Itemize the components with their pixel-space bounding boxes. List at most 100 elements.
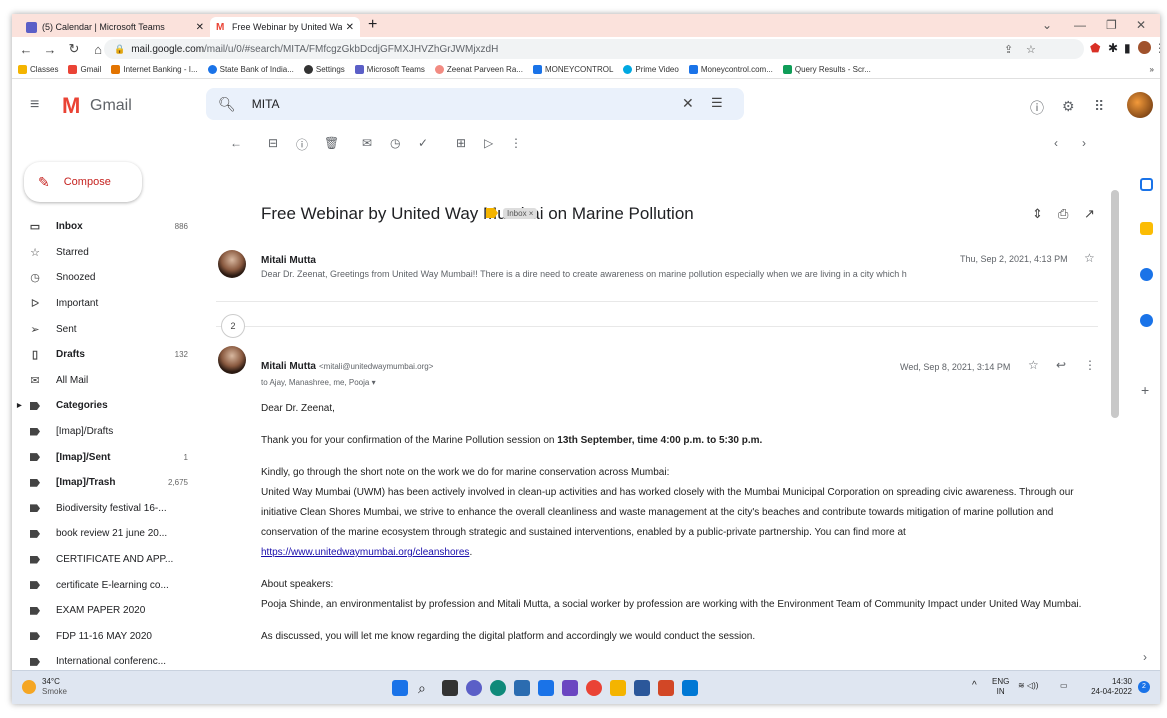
search-icon[interactable]: ⌕ [418, 680, 434, 696]
sidebar-item-label[interactable]: [Imap]/Sent 1 [12, 444, 204, 470]
more-options-icon[interactable]: ⋮ [510, 136, 522, 150]
sidebar-item-label[interactable]: EXAM PAPER 2020 [12, 598, 204, 624]
archive-icon[interactable]: ⊟ [268, 136, 278, 150]
star-icon[interactable]: ☆ [1084, 251, 1095, 265]
bookmark-item[interactable]: State Bank of India... [207, 65, 294, 74]
bookmark-item[interactable]: Prime Video [623, 65, 679, 74]
message-snippet[interactable]: Dear Dr. Zeenat, Greetings from United W… [261, 269, 1001, 279]
sidebar-item-label[interactable]: certificate E-learning co... [12, 572, 204, 598]
chat-icon[interactable] [466, 680, 482, 696]
sidebar-item-snoozed[interactable]: ◷ Snoozed [12, 265, 204, 291]
star-icon[interactable]: ☆ [1028, 358, 1039, 372]
sidebar-item-label[interactable]: [Imap]/Drafts [12, 419, 204, 445]
expand-panel-icon[interactable]: › [1143, 650, 1147, 664]
sender-avatar[interactable] [218, 250, 246, 278]
reply-icon[interactable]: ↩ [1056, 358, 1066, 372]
bookmark-item[interactable]: Moneycontrol.com... [688, 65, 773, 74]
tasks-icon[interactable] [1140, 268, 1153, 281]
sidebar-item-all-mail[interactable]: ✉ All Mail [12, 368, 204, 394]
powerpoint-icon[interactable] [658, 680, 674, 696]
gmail-logo-icon[interactable]: M [62, 93, 80, 119]
edge-icon[interactable] [490, 680, 506, 696]
battery-icon[interactable]: ▭ [1060, 681, 1068, 691]
sender-avatar[interactable] [218, 346, 246, 374]
sidebar-item-important[interactable]: ᐅ Important [12, 291, 204, 317]
sidebar-item-drafts[interactable]: ▯ Drafts 132 [12, 342, 204, 368]
sender-name[interactable]: Mitali Mutta [261, 255, 316, 266]
sidepanel-icon[interactable]: ▮ [1124, 41, 1131, 55]
sidebar-item-label[interactable]: [Imap]/Trash 2,675 [12, 470, 204, 496]
bookmark-item[interactable]: Internet Banking - I... [111, 65, 198, 74]
add-addon-icon[interactable]: + [1141, 382, 1149, 398]
scrollbar[interactable] [1111, 190, 1119, 418]
maximize-icon[interactable]: ❐ [1106, 18, 1117, 32]
store-icon[interactable] [514, 680, 530, 696]
delete-icon[interactable]: 🗑︎ [324, 136, 339, 150]
add-task-icon[interactable]: ✓ [418, 136, 428, 150]
recipients[interactable]: to Ajay, Manashree, me, Pooja ▾ [261, 378, 376, 387]
close-tab-icon[interactable]: ✕ [346, 22, 354, 33]
mark-unread-icon[interactable]: ✉ [362, 136, 372, 150]
close-tab-icon[interactable]: ✕ [196, 22, 204, 33]
bookmark-star-icon[interactable]: ☆ [1026, 43, 1036, 56]
more-vert-icon[interactable]: ⋮ [1084, 358, 1096, 372]
move-to-icon[interactable]: ⊞ [456, 136, 466, 150]
clear-search-icon[interactable]: ✕ [682, 95, 694, 112]
open-new-window-icon[interactable]: ↗ [1084, 206, 1095, 222]
sidebar-item-label[interactable]: Biodiversity festival 16-... [12, 496, 204, 522]
apps-grid-icon[interactable]: ⠿ [1094, 98, 1104, 115]
search-input[interactable]: MITA [252, 97, 280, 111]
bookmark-item[interactable]: Microsoft Teams [354, 65, 425, 74]
new-tab-icon[interactable]: + [368, 16, 377, 34]
close-window-icon[interactable]: ✕ [1136, 18, 1146, 32]
notification-badge[interactable]: 2 [1138, 681, 1150, 693]
minimize-icon[interactable]: — [1074, 18, 1086, 32]
collapsed-messages-count[interactable]: 2 [221, 314, 245, 338]
tab-teams[interactable]: (5) Calendar | Microsoft Teams ✕ [20, 17, 210, 37]
settings-gear-icon[interactable]: ⚙ [1062, 98, 1075, 115]
bookmarks-more-icon[interactable]: » [1150, 65, 1154, 74]
chrome-icon[interactable] [586, 680, 602, 696]
language-indicator[interactable]: ENG IN [992, 677, 1009, 697]
reload-icon[interactable]: ↻ [64, 41, 84, 57]
tray-chevron-icon[interactable]: ^ [972, 681, 977, 691]
sidebar-item-label[interactable]: FDP 11-16 MAY 2020 [12, 624, 204, 650]
sidebar-item-inbox[interactable]: ▭ Inbox 886 [12, 214, 204, 240]
newer-chevron-icon[interactable]: ‹ [1054, 136, 1058, 150]
contacts-icon[interactable] [1140, 314, 1153, 327]
help-icon[interactable]: ⓘ [1030, 98, 1044, 118]
word-icon[interactable] [634, 680, 650, 696]
tab-gmail[interactable]: M Free Webinar by United Way Mu ✕ [210, 17, 360, 37]
bookmark-item[interactable]: Zeenat Parveen Ra... [434, 65, 523, 74]
chevron-down-icon[interactable]: ⌄ [1042, 18, 1052, 32]
windows-start-icon[interactable] [392, 680, 408, 696]
calendar-icon[interactable] [1140, 178, 1153, 191]
url-field[interactable]: 🔒 mail.google.com /mail/u/0/#search/MITA… [104, 39, 1084, 59]
expand-collapse-icon[interactable]: ⇕ [1032, 206, 1043, 222]
bookmark-item[interactable]: MONEYCONTROL [532, 65, 613, 74]
hamburger-menu-icon[interactable]: ≡ [30, 96, 39, 114]
bookmark-item[interactable]: Classes [18, 65, 58, 74]
sender-name[interactable]: Mitali Mutta [261, 361, 316, 372]
bookmark-item[interactable]: Gmail [68, 65, 101, 74]
menu-dots-icon[interactable]: ⋮ [1154, 41, 1160, 55]
report-spam-icon[interactable]: ⓘ [296, 136, 308, 153]
search-options-icon[interactable]: ☰ [711, 95, 723, 111]
sidebar-item-starred[interactable]: ☆ Starred [12, 240, 204, 266]
mail-app-icon[interactable] [538, 680, 554, 696]
older-chevron-icon[interactable]: › [1082, 136, 1086, 150]
clock[interactable]: 14:30 24-04-2022 [1082, 677, 1132, 697]
label-as-icon[interactable]: ▷ [484, 136, 493, 150]
photos-icon[interactable] [682, 680, 698, 696]
caret-right-icon[interactable]: ▶ [17, 402, 22, 409]
snooze-icon[interactable]: ◷ [390, 136, 400, 150]
profile-icon[interactable] [1138, 41, 1151, 54]
bookmark-item[interactable]: Query Results - Scr... [782, 65, 871, 74]
inbox-label-chip[interactable]: Inbox × [503, 208, 538, 219]
print-icon[interactable]: ⎙ [1058, 206, 1068, 222]
keep-icon[interactable] [1140, 222, 1153, 235]
file-explorer-icon[interactable] [610, 680, 626, 696]
bookmark-item[interactable]: Settings [303, 65, 345, 74]
weather-widget[interactable]: 34°C Smoke [22, 677, 67, 697]
extension-icon[interactable]: ⬟ [1090, 41, 1100, 55]
